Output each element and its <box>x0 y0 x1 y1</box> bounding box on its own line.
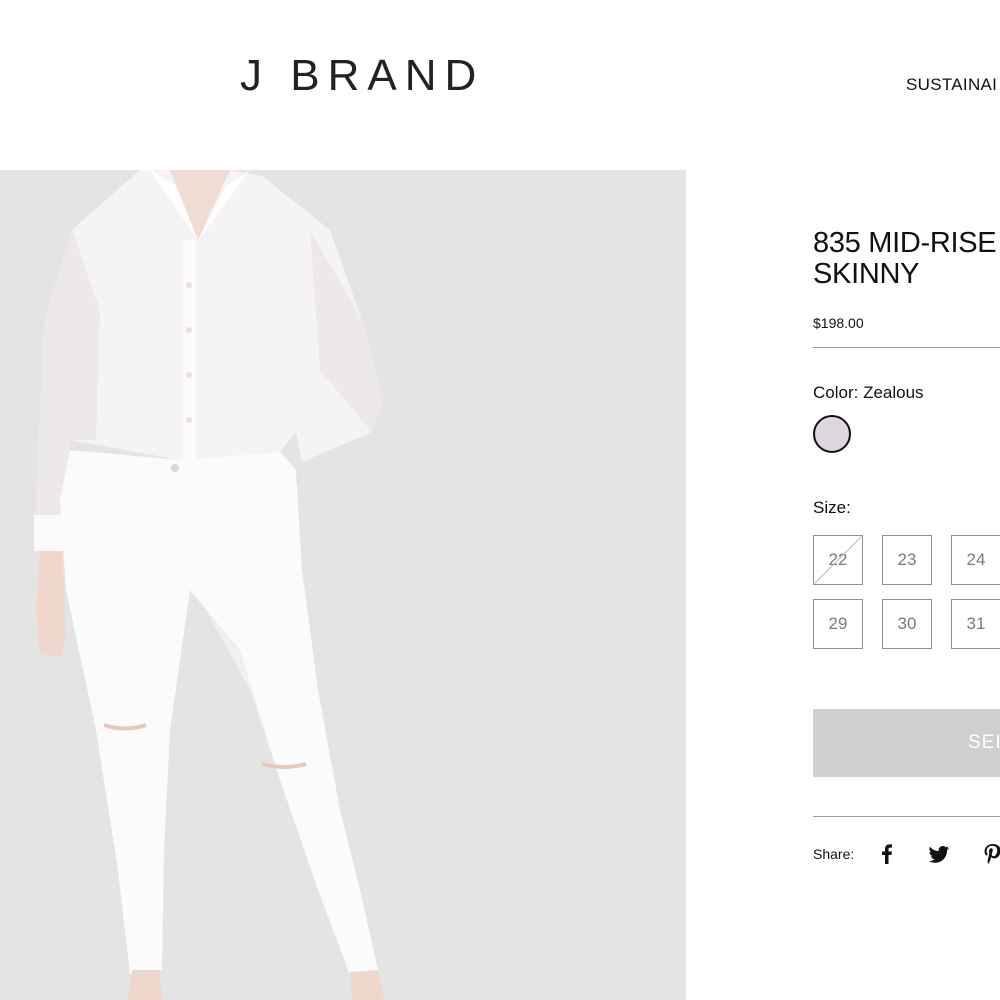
pinterest-icon[interactable] <box>981 842 1000 866</box>
facebook-icon[interactable] <box>875 842 899 866</box>
size-option-24[interactable]: 24 <box>951 535 1000 585</box>
size-option-29[interactable]: 29 <box>813 599 863 649</box>
brand-logo[interactable]: J BRAND <box>240 46 530 106</box>
product-price: $198.00 <box>813 315 864 331</box>
size-label: Size: <box>813 498 851 517</box>
share-divider <box>813 816 1000 817</box>
price-divider <box>813 347 1000 348</box>
size-option-30[interactable]: 30 <box>882 599 932 649</box>
color-label: Color: Zealous <box>813 383 924 402</box>
twitter-icon[interactable] <box>927 842 951 866</box>
select-size-button[interactable]: SEI <box>813 709 1000 777</box>
color-swatch-zealous[interactable] <box>813 415 851 453</box>
product-title: 835 MID-RISE SKINNY <box>813 227 997 290</box>
product-details: 835 MID-RISE SKINNY $198.00 Color: Zealo… <box>813 0 1000 1000</box>
product-page: J BRAND SUSTAINAI 835 MID-RISE SKINNY $1… <box>0 0 1000 1000</box>
size-option-23[interactable]: 23 <box>882 535 932 585</box>
product-image[interactable] <box>0 170 686 1000</box>
model-photo <box>0 170 686 1000</box>
size-option-31[interactable]: 31 <box>951 599 1000 649</box>
share-label: Share: <box>813 846 855 862</box>
size-option-22[interactable]: 22 <box>813 535 863 585</box>
